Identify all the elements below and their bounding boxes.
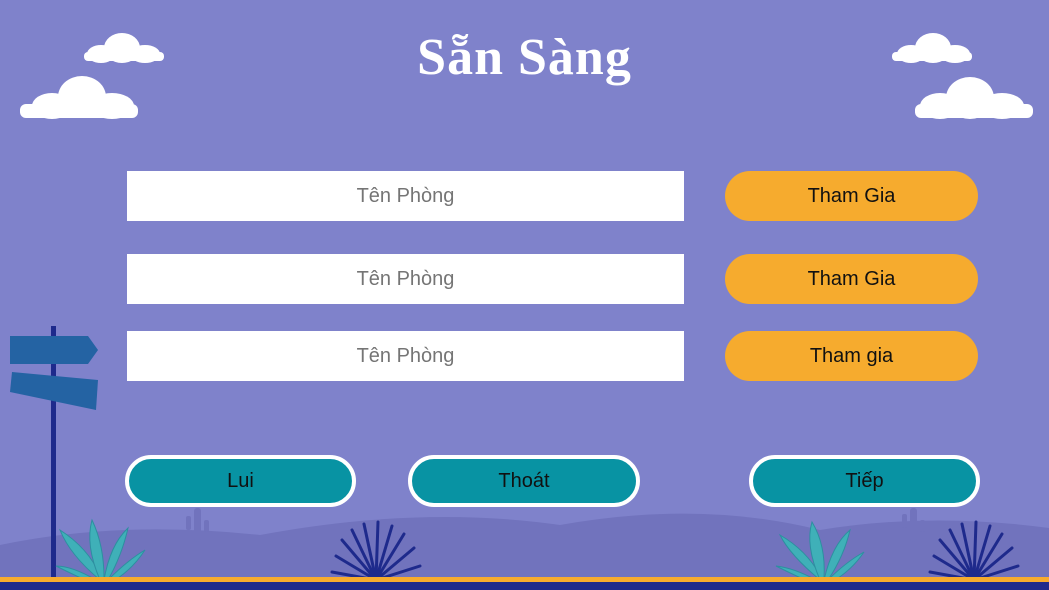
join-button-2[interactable]: Tham Gia <box>725 254 978 304</box>
room-name-input-1[interactable] <box>127 171 684 221</box>
page-title: Sẵn Sàng <box>417 29 632 86</box>
ground-base <box>0 582 1049 590</box>
exit-button[interactable]: Thoát <box>408 455 640 507</box>
join-button-3[interactable]: Tham gia <box>725 331 978 381</box>
join-button-label: Tham gia <box>809 344 894 367</box>
back-button-label: Lui <box>227 469 254 492</box>
back-button[interactable]: Lui <box>125 455 356 507</box>
next-button[interactable]: Tiếp <box>749 455 980 507</box>
room-name-input-2[interactable] <box>127 254 684 304</box>
join-button-label: Tham Gia <box>807 184 896 207</box>
ground-stripe <box>0 577 1049 582</box>
join-button-1[interactable]: Tham Gia <box>725 171 978 221</box>
next-button-label: Tiếp <box>845 469 884 492</box>
exit-button-label: Thoát <box>498 469 550 492</box>
room-name-input-3[interactable] <box>127 331 684 381</box>
join-button-label: Tham Gia <box>807 267 896 290</box>
